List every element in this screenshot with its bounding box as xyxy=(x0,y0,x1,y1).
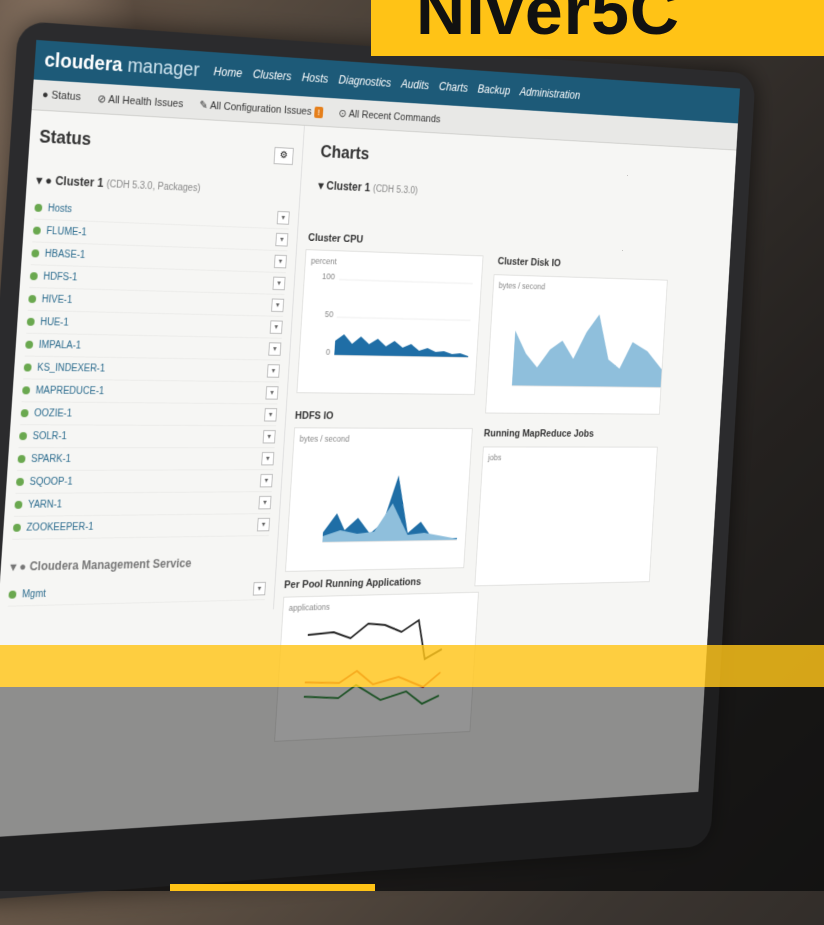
chevron-down-icon[interactable]: ▾ xyxy=(257,518,270,532)
health-status-icon xyxy=(14,501,22,509)
chevron-down-icon[interactable]: ▾ xyxy=(258,496,271,509)
service-name[interactable]: OOZIE-1 xyxy=(34,408,265,420)
health-status-icon xyxy=(24,363,32,371)
chevron-down-icon[interactable]: ▾ xyxy=(265,386,278,399)
yellow-band xyxy=(0,645,824,687)
title-banner: Niver5C xyxy=(371,0,824,56)
cpu-chart[interactable]: percent 100 50 0 xyxy=(296,249,483,395)
mr-chart-title: Running MapReduce Jobs xyxy=(484,428,595,439)
banner-title: Niver5C xyxy=(416,0,680,50)
health-status-icon xyxy=(31,249,39,257)
health-status-icon xyxy=(28,295,36,303)
nav-audits[interactable]: Audits xyxy=(401,77,430,92)
chevron-down-icon[interactable]: ▾ xyxy=(261,452,274,465)
health-status-icon xyxy=(17,455,25,463)
service-name[interactable]: MAPREDUCE-1 xyxy=(35,385,266,398)
nav-home[interactable]: Home xyxy=(213,65,242,80)
nav-hosts[interactable]: Hosts xyxy=(301,71,328,86)
health-status-icon xyxy=(13,524,21,532)
chevron-down-icon[interactable]: ▾ xyxy=(263,430,276,443)
health-status-icon xyxy=(16,478,24,486)
service-name[interactable]: FLUME-1 xyxy=(46,226,276,245)
nav-diagnostics[interactable]: Diagnostics xyxy=(338,73,391,90)
service-name[interactable]: KS_INDEXER-1 xyxy=(37,362,268,376)
nav-backup[interactable]: Backup xyxy=(477,82,510,97)
health-status-icon xyxy=(22,386,30,394)
cloudera-logo[interactable]: cloudera manager xyxy=(44,49,200,82)
mr-chart[interactable]: jobs xyxy=(474,447,657,587)
status-panel: Status ⚙ ▾ ● Cluster 1 (CDH 5.3.0, Packa… xyxy=(0,110,305,617)
status-title: Status xyxy=(39,127,92,150)
charts-title: Charts xyxy=(320,142,728,183)
mgmt-service[interactable]: ▾ ● Cloudera Management Service xyxy=(10,555,268,574)
health-status-icon xyxy=(33,227,41,235)
tab-recent-commands[interactable]: ⊙ All Recent Commands xyxy=(338,107,441,125)
mgmt-item[interactable]: Mgmt ▾ xyxy=(8,578,266,607)
chevron-down-icon[interactable]: ▾ xyxy=(270,320,283,334)
service-row[interactable]: OOZIE-1 ▾ xyxy=(20,402,277,426)
cpu-chart-title: Cluster CPU xyxy=(308,232,364,245)
service-name[interactable]: Hosts xyxy=(48,203,278,223)
chevron-down-icon[interactable]: ▾ xyxy=(275,233,288,247)
health-status-icon xyxy=(27,318,35,326)
tab-health-issues[interactable]: ⊘ All Health Issues xyxy=(97,92,184,110)
service-name[interactable]: HUE-1 xyxy=(40,317,271,333)
tab-status[interactable]: ● Status xyxy=(42,89,81,103)
main-content: Status ⚙ ▾ ● Cluster 1 (CDH 5.3.0, Packa… xyxy=(0,110,736,617)
service-name[interactable]: HBASE-1 xyxy=(44,248,274,266)
hdfs-area-chart xyxy=(286,428,472,571)
service-row[interactable]: YARN-1 ▾ xyxy=(14,492,272,517)
config-issues-badge: ! xyxy=(314,106,324,118)
service-row[interactable]: ZOOKEEPER-1 ▾ xyxy=(12,514,270,540)
charts-cluster[interactable]: ▾ Cluster 1 (CDH 5.3.0) xyxy=(318,179,726,211)
service-row[interactable]: SPARK-1 ▾ xyxy=(17,448,275,471)
disk-chart-title: Cluster Disk IO xyxy=(497,256,561,269)
chevron-down-icon[interactable]: ▾ xyxy=(264,408,277,421)
service-row[interactable]: SQOOP-1 ▾ xyxy=(15,470,273,494)
service-row[interactable]: MAPREDUCE-1 ▾ xyxy=(22,379,279,404)
service-name[interactable]: SPARK-1 xyxy=(31,453,262,464)
chevron-down-icon[interactable]: ▾ xyxy=(253,582,266,596)
disk-chart[interactable]: bytes / second xyxy=(485,274,668,415)
service-name[interactable]: HDFS-1 xyxy=(43,271,273,288)
service-row[interactable]: SOLR-1 ▾ xyxy=(18,425,276,448)
chevron-down-icon[interactable]: ▾ xyxy=(267,364,280,378)
gear-icon[interactable]: ⚙ xyxy=(274,146,294,164)
pool-chart-title: Per Pool Running Applications xyxy=(284,576,422,591)
service-name[interactable]: SQOOP-1 xyxy=(29,475,260,487)
service-name[interactable]: ZOOKEEPER-1 xyxy=(26,519,258,533)
service-name[interactable]: SOLR-1 xyxy=(32,431,263,442)
chevron-down-icon[interactable]: ▾ xyxy=(274,255,287,269)
chevron-down-icon[interactable]: ▾ xyxy=(277,211,290,225)
service-name[interactable]: HIVE-1 xyxy=(41,294,271,311)
chevron-down-icon[interactable]: ▾ xyxy=(272,277,285,291)
health-status-icon xyxy=(19,432,27,440)
service-name[interactable]: YARN-1 xyxy=(28,497,259,510)
health-status-icon xyxy=(34,204,42,212)
chevron-down-icon[interactable]: ▾ xyxy=(260,474,273,487)
health-status-icon xyxy=(21,409,29,417)
bottom-accent xyxy=(170,884,375,891)
charts-panel: Charts ▾ Cluster 1 (CDH 5.3.0) Cluster C… xyxy=(274,126,736,610)
dark-overlay xyxy=(0,687,824,891)
nav-administration[interactable]: Administration xyxy=(519,85,580,102)
chevron-down-icon[interactable]: ▾ xyxy=(268,342,281,356)
chevron-down-icon[interactable]: ▾ xyxy=(271,298,284,312)
cluster-name[interactable]: ▾ ● Cluster 1 (CDH 5.3.0, Packages) xyxy=(36,173,291,198)
service-list: Hosts ▾ FLUME-1 ▾ HBASE-1 ▾ HDFS-1 ▾ HIVE-1 ▾ HUE-… xyxy=(12,197,290,540)
service-row[interactable]: KS_INDEXER-1 ▾ xyxy=(23,357,280,383)
nav-clusters[interactable]: Clusters xyxy=(252,67,291,83)
service-name[interactable]: IMPALA-1 xyxy=(38,339,269,354)
health-status-icon xyxy=(25,341,33,349)
tab-config-issues[interactable]: ✎ All Configuration Issues! xyxy=(199,98,324,118)
hdfs-chart[interactable]: bytes / second xyxy=(285,427,473,572)
hdfs-chart-title: HDFS IO xyxy=(295,410,334,422)
disk-area-chart xyxy=(486,275,667,414)
nav-charts[interactable]: Charts xyxy=(439,80,469,95)
health-status-icon xyxy=(30,272,38,280)
